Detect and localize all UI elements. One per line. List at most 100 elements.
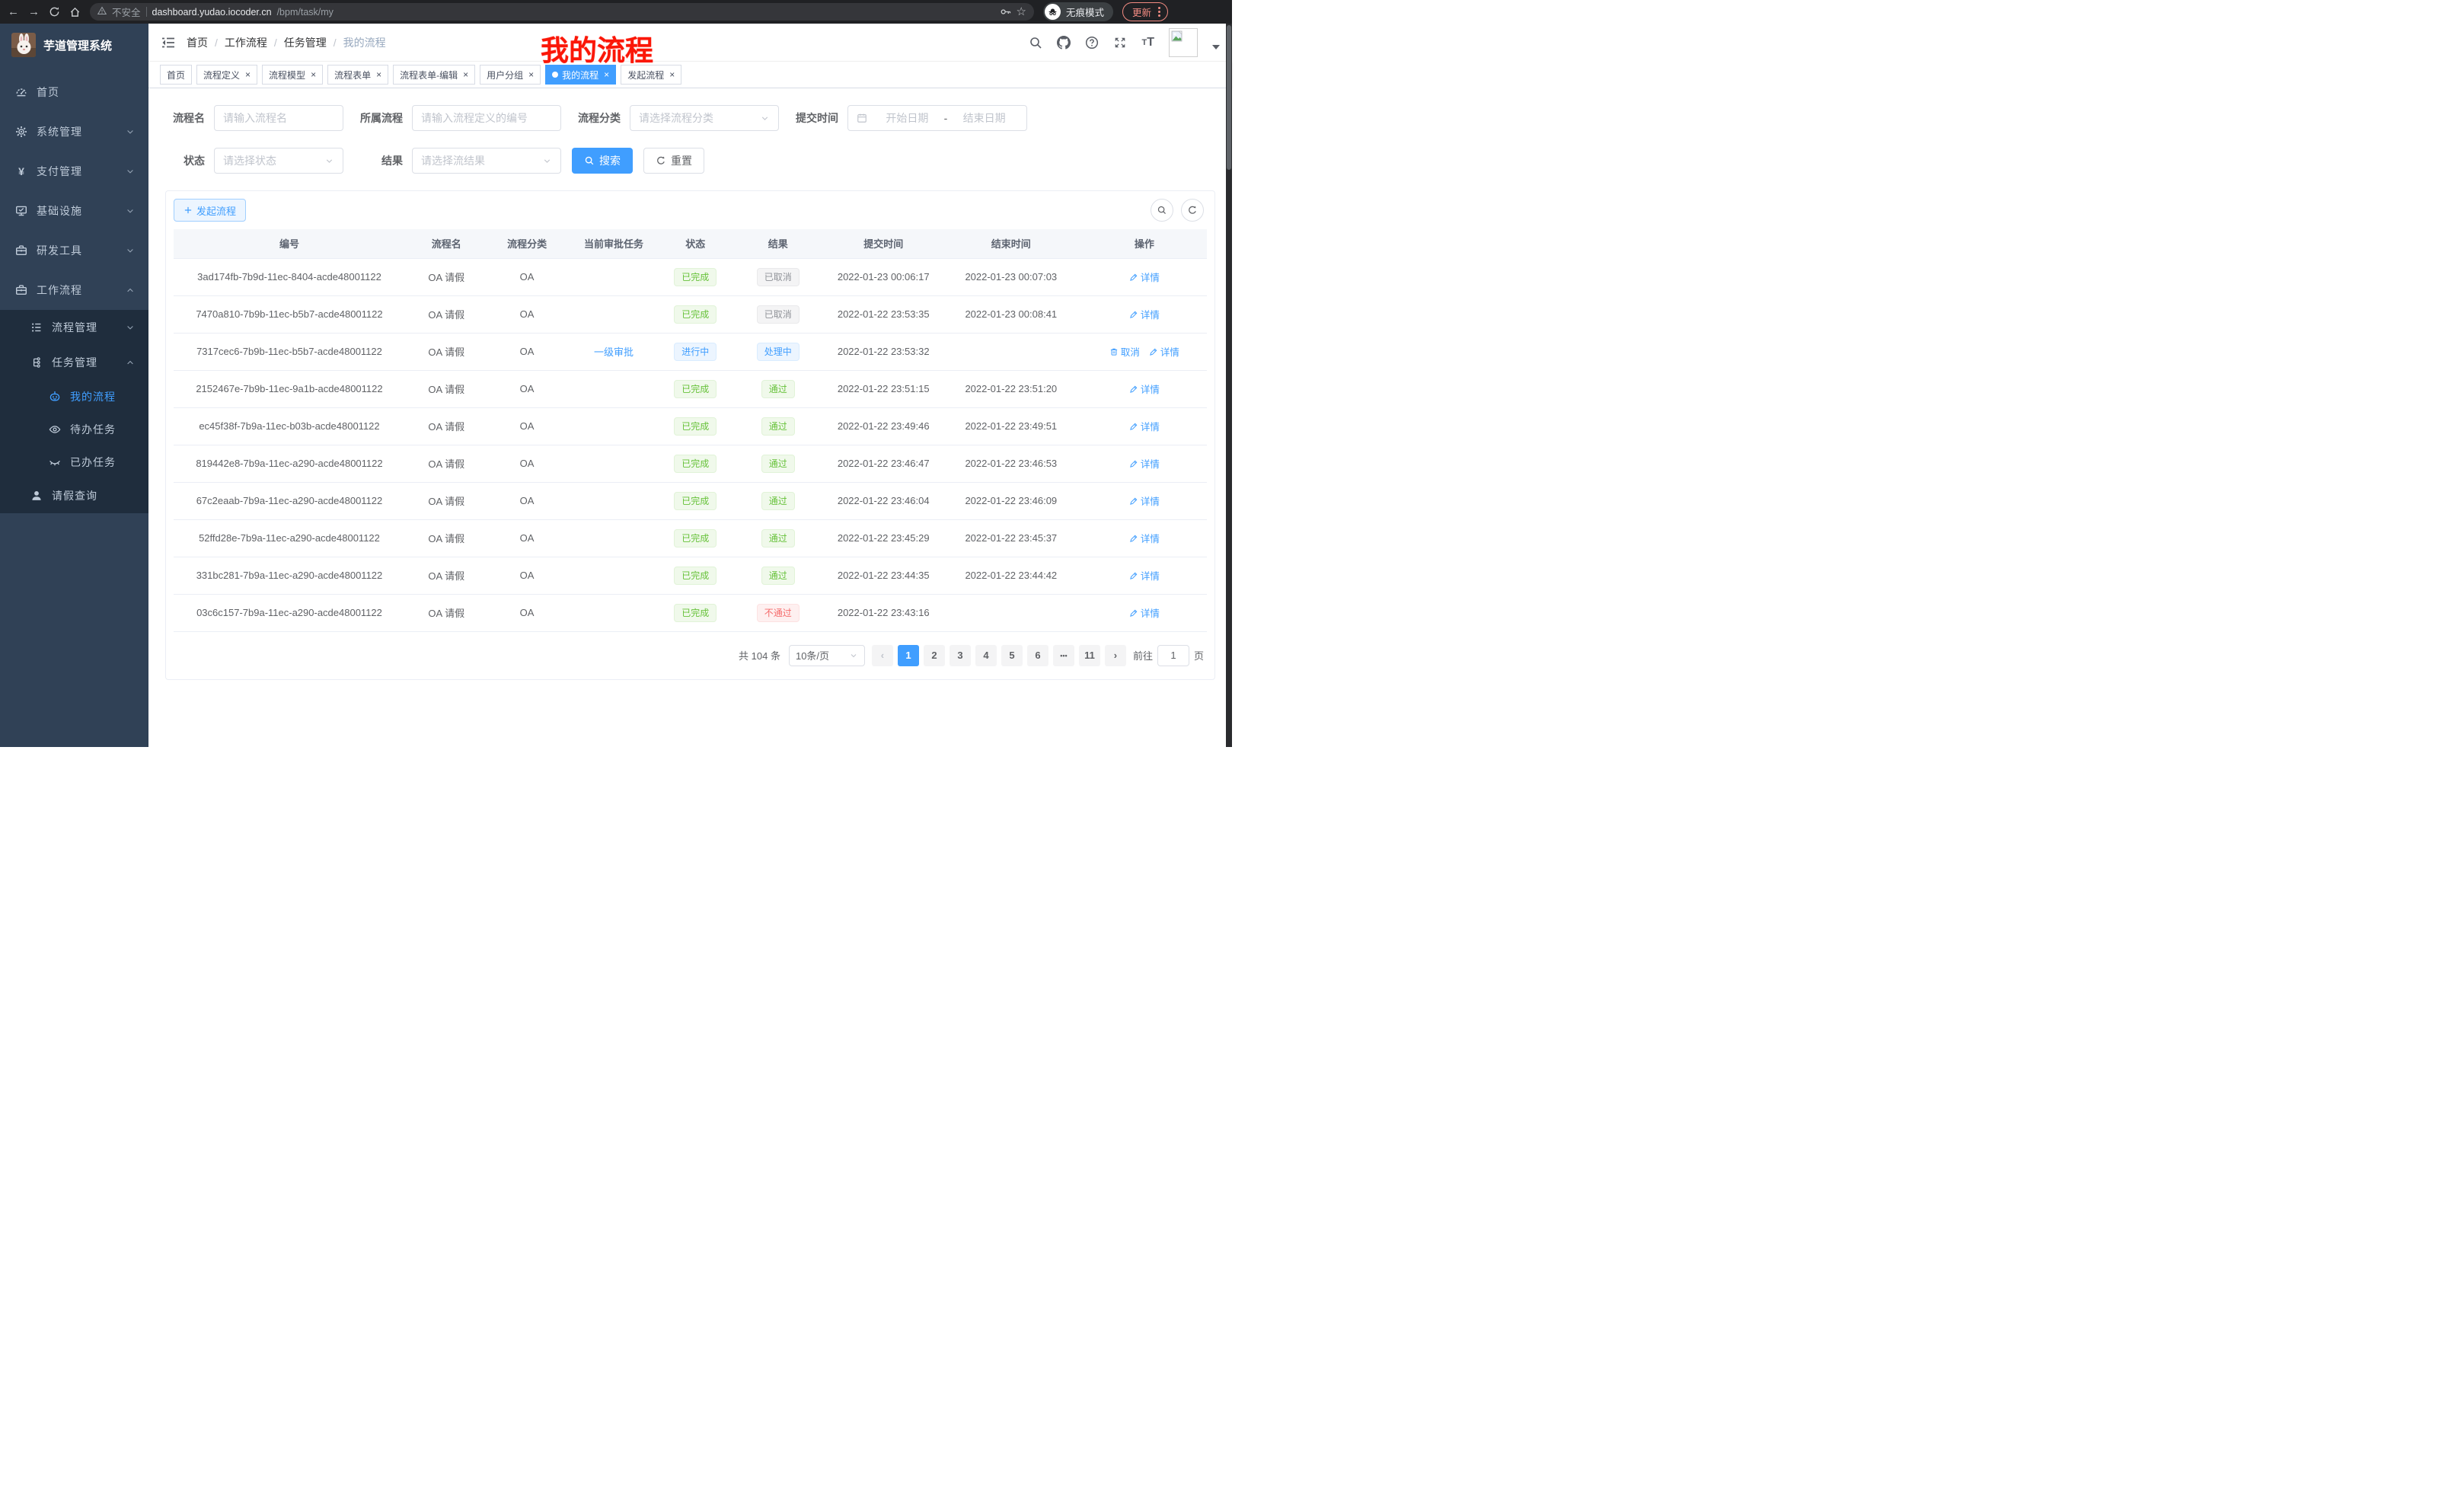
tab-close-icon[interactable]: ×: [376, 70, 381, 79]
tab-5[interactable]: 用户分组×: [480, 65, 541, 85]
tab-3[interactable]: 流程表单×: [327, 65, 388, 85]
action-detail-link[interactable]: 详情: [1129, 456, 1160, 471]
process-name-input[interactable]: [223, 112, 334, 124]
bookmark-star-icon[interactable]: ☆: [1017, 6, 1026, 18]
font-size-icon[interactable]: TT: [1141, 36, 1154, 49]
tab-close-icon[interactable]: ×: [669, 70, 675, 79]
cell-status: 已完成: [661, 482, 729, 519]
tab-close-icon[interactable]: ×: [245, 70, 251, 79]
fullscreen-icon[interactable]: [1113, 36, 1127, 49]
tab-4[interactable]: 流程表单-编辑×: [393, 65, 475, 85]
status-select[interactable]: 请选择状态: [214, 148, 343, 174]
page-size-select[interactable]: 10条/页: [789, 645, 865, 666]
breadcrumb-home[interactable]: 首页: [187, 35, 208, 50]
toggle-search-button[interactable]: [1151, 199, 1173, 222]
avatar-dropdown-caret-icon[interactable]: [1212, 45, 1220, 49]
category-select-placeholder: 请选择流程分类: [639, 110, 713, 126]
pagination: 共 104 条 10条/页 ‹123456•••11› 前往 页: [174, 632, 1207, 679]
browser-update-button[interactable]: 更新: [1122, 2, 1168, 21]
breadcrumb-task-mgmt[interactable]: 任务管理: [284, 35, 327, 50]
github-icon[interactable]: [1057, 36, 1071, 49]
search-button[interactable]: 搜索: [572, 148, 633, 174]
cell-status: 已完成: [661, 258, 729, 295]
window-scrollbar[interactable]: [1226, 24, 1232, 747]
browser-home-icon[interactable]: [69, 6, 81, 18]
pager-ellipsis[interactable]: •••: [1053, 645, 1074, 666]
page-button-5[interactable]: 5: [1001, 645, 1023, 666]
cell-end-time: [940, 594, 1082, 631]
tab-2[interactable]: 流程模型×: [262, 65, 323, 85]
sidebar-item-0[interactable]: 首页: [0, 72, 148, 112]
sidebar-item-8[interactable]: 我的流程: [0, 380, 148, 413]
browser-menu-kebab-icon[interactable]: [1158, 7, 1160, 17]
page-button-1[interactable]: 1: [898, 645, 919, 666]
page-button-6[interactable]: 6: [1027, 645, 1048, 666]
create-process-button[interactable]: 发起流程: [174, 199, 246, 222]
help-icon[interactable]: [1085, 36, 1099, 49]
sidebar-item-5[interactable]: 工作流程: [0, 270, 148, 310]
page-button-2[interactable]: 2: [924, 645, 945, 666]
action-detail-link[interactable]: 详情: [1129, 568, 1160, 583]
app-logo[interactable]: 芋道管理系统: [0, 24, 148, 66]
page-button-3[interactable]: 3: [950, 645, 971, 666]
action-cancel-link[interactable]: 取消: [1109, 344, 1140, 359]
sidebar-item-10[interactable]: 已办任务: [0, 445, 148, 478]
tab-close-icon[interactable]: ×: [311, 70, 316, 79]
password-key-icon[interactable]: [1000, 6, 1011, 18]
logo-image: [11, 33, 36, 57]
security-label[interactable]: 不安全: [112, 5, 141, 19]
goto-page-input[interactable]: [1157, 645, 1189, 666]
cell-result: 通过: [729, 557, 827, 594]
sidebar-item-9[interactable]: 待办任务: [0, 413, 148, 445]
sidebar-item-1[interactable]: 系统管理: [0, 112, 148, 152]
user-avatar[interactable]: [1169, 28, 1198, 57]
refresh-table-button[interactable]: [1181, 199, 1204, 222]
result-select[interactable]: 请选择流结果: [412, 148, 561, 174]
page-button-11[interactable]: 11: [1079, 645, 1100, 666]
sidebar-item-11[interactable]: 请假查询: [0, 478, 148, 513]
cell-status: 已完成: [661, 407, 729, 445]
breadcrumb-workflow[interactable]: 工作流程: [225, 35, 267, 50]
action-detail-link[interactable]: 详情: [1129, 381, 1160, 396]
action-detail-link[interactable]: 详情: [1129, 493, 1160, 508]
tab-0[interactable]: 首页: [160, 65, 192, 85]
update-label[interactable]: 更新: [1132, 5, 1151, 19]
browser-reload-icon[interactable]: [49, 6, 60, 18]
browser-back-icon[interactable]: ←: [8, 6, 19, 18]
category-select[interactable]: 请选择流程分类: [630, 105, 779, 131]
action-detail-link[interactable]: 详情: [1129, 270, 1160, 284]
action-detail-link[interactable]: 详情: [1129, 419, 1160, 433]
cell-current-task: [567, 370, 662, 407]
process-def-input[interactable]: [421, 112, 552, 124]
browser-forward-icon[interactable]: →: [28, 6, 40, 18]
cell-category: OA: [488, 407, 567, 445]
reset-button[interactable]: 重置: [643, 148, 704, 174]
sidebar-item-4[interactable]: 研发工具: [0, 231, 148, 270]
tab-close-icon[interactable]: ×: [528, 70, 534, 79]
current-task-link[interactable]: 一级审批: [594, 344, 634, 359]
page-button-4[interactable]: 4: [975, 645, 997, 666]
sidebar-item-2[interactable]: ¥支付管理: [0, 152, 148, 191]
address-bar[interactable]: 不安全 dashboard.yudao.iocoder.cn/bpm/task/…: [90, 3, 1034, 21]
header-search-icon[interactable]: [1029, 36, 1042, 49]
scrollbar-thumb[interactable]: [1227, 25, 1231, 170]
edit-icon: [1129, 608, 1138, 618]
not-secure-warning-icon[interactable]: [97, 6, 107, 18]
sidebar-item-7[interactable]: 任务管理: [0, 345, 148, 380]
action-detail-link[interactable]: 详情: [1129, 531, 1160, 545]
action-detail-link[interactable]: 详情: [1129, 605, 1160, 620]
prev-page-button[interactable]: ‹: [872, 645, 893, 666]
sidebar-item-3[interactable]: 基础设施: [0, 191, 148, 231]
action-detail-link[interactable]: 详情: [1149, 344, 1179, 359]
tab-1[interactable]: 流程定义×: [196, 65, 257, 85]
sidebar-item-6[interactable]: 流程管理: [0, 310, 148, 345]
action-detail-link[interactable]: 详情: [1129, 307, 1160, 321]
result-badge: 通过: [761, 492, 795, 510]
submit-time-range-picker[interactable]: 开始日期 - 结束日期: [847, 105, 1027, 131]
cell-end-time: 2022-01-22 23:46:09: [940, 482, 1082, 519]
tab-close-icon[interactable]: ×: [463, 70, 468, 79]
tab-close-icon[interactable]: ×: [604, 70, 609, 79]
cell-category: OA: [488, 258, 567, 295]
sidebar-toggle-icon[interactable]: [161, 35, 176, 50]
next-page-button[interactable]: ›: [1105, 645, 1126, 666]
